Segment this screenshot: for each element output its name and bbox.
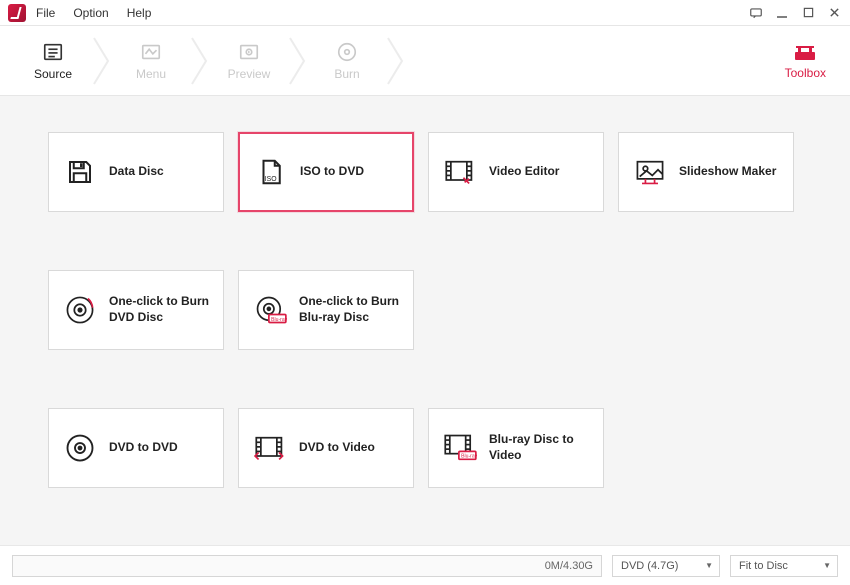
burn-icon bbox=[336, 41, 358, 63]
feedback-icon[interactable] bbox=[748, 5, 764, 21]
iso-file-icon: ISO bbox=[254, 155, 288, 189]
slideshow-icon bbox=[633, 155, 667, 189]
tool-grid: Data Disc ISO ISO to DVD Video Editor Sl… bbox=[48, 132, 802, 488]
fit-mode-value: Fit to Disc bbox=[739, 560, 788, 572]
tool-video-editor[interactable]: Video Editor bbox=[428, 132, 604, 212]
menu-icon bbox=[140, 41, 162, 63]
video-editor-icon bbox=[443, 155, 477, 189]
tool-label: Slideshow Maker bbox=[679, 164, 776, 180]
tool-bluray-to-video[interactable]: Blu-ray Blu-ray Disc to Video bbox=[428, 408, 604, 488]
chevron-right-icon bbox=[88, 33, 116, 89]
toolbox-label: Toolbox bbox=[785, 66, 826, 80]
toolbox-panel: Data Disc ISO ISO to DVD Video Editor Sl… bbox=[0, 96, 850, 545]
step-preview[interactable]: Preview bbox=[214, 26, 284, 96]
tool-oneclick-bluray[interactable]: Blu-ray One-click to Burn Blu-ray Disc bbox=[238, 270, 414, 350]
tool-label: Data Disc bbox=[109, 164, 164, 180]
step-burn[interactable]: Burn bbox=[312, 26, 382, 96]
tool-dvd-to-dvd[interactable]: DVD to DVD bbox=[48, 408, 224, 488]
step-nav: Source Menu Preview Burn Toolbox bbox=[0, 26, 850, 96]
preview-icon bbox=[238, 41, 260, 63]
capacity-text: 0M/4.30G bbox=[545, 560, 593, 572]
step-menu[interactable]: Menu bbox=[116, 26, 186, 96]
bluray-burn-icon: Blu-ray bbox=[253, 293, 287, 327]
tool-data-disc[interactable]: Data Disc bbox=[48, 132, 224, 212]
tool-oneclick-dvd[interactable]: One-click to Burn DVD Disc bbox=[48, 270, 224, 350]
disc-burn-icon bbox=[63, 293, 97, 327]
tool-slideshow-maker[interactable]: Slideshow Maker bbox=[618, 132, 794, 212]
step-menu-label: Menu bbox=[136, 67, 166, 81]
titlebar: File Option Help bbox=[0, 0, 850, 26]
step-preview-label: Preview bbox=[228, 67, 271, 81]
tool-label: ISO to DVD bbox=[300, 164, 364, 180]
step-source[interactable]: Source bbox=[18, 26, 88, 96]
svg-text:Blu-ray: Blu-ray bbox=[271, 317, 287, 323]
close-button[interactable] bbox=[826, 5, 842, 21]
tool-label: DVD to Video bbox=[299, 440, 375, 456]
disc-icon bbox=[63, 431, 97, 465]
svg-text:ISO: ISO bbox=[265, 176, 277, 183]
step-source-label: Source bbox=[34, 67, 72, 81]
svg-text:Blu-ray: Blu-ray bbox=[461, 454, 477, 460]
tool-label: Video Editor bbox=[489, 164, 559, 180]
step-burn-label: Burn bbox=[334, 67, 359, 81]
capacity-bar: 0M/4.30G bbox=[12, 555, 602, 577]
toolbox-icon bbox=[793, 42, 817, 62]
toolbox-button[interactable]: Toolbox bbox=[775, 36, 836, 86]
tool-label: Blu-ray Disc to Video bbox=[489, 432, 589, 463]
menu-help[interactable]: Help bbox=[127, 6, 152, 20]
window-controls bbox=[748, 5, 842, 21]
chevron-right-icon bbox=[382, 33, 410, 89]
menubar: File Option Help bbox=[36, 6, 151, 20]
tool-label: DVD to DVD bbox=[109, 440, 178, 456]
fit-mode-dropdown[interactable]: Fit to Disc ▼ bbox=[730, 555, 838, 577]
status-bar: 0M/4.30G DVD (4.7G) ▼ Fit to Disc ▼ bbox=[0, 545, 850, 585]
chevron-right-icon bbox=[284, 33, 312, 89]
chevron-right-icon bbox=[186, 33, 214, 89]
tool-label: One-click to Burn DVD Disc bbox=[109, 294, 209, 325]
tool-dvd-to-video[interactable]: DVD to Video bbox=[238, 408, 414, 488]
film-convert-icon bbox=[253, 431, 287, 465]
menu-file[interactable]: File bbox=[36, 6, 55, 20]
app-logo-icon bbox=[8, 4, 26, 22]
source-icon bbox=[42, 41, 64, 63]
menu-option[interactable]: Option bbox=[73, 6, 108, 20]
minimize-button[interactable] bbox=[774, 5, 790, 21]
disc-type-value: DVD (4.7G) bbox=[621, 560, 678, 572]
tool-label: One-click to Burn Blu-ray Disc bbox=[299, 294, 399, 325]
maximize-button[interactable] bbox=[800, 5, 816, 21]
chevron-down-icon: ▼ bbox=[823, 561, 831, 570]
disc-type-dropdown[interactable]: DVD (4.7G) ▼ bbox=[612, 555, 720, 577]
bluray-film-icon: Blu-ray bbox=[443, 431, 477, 465]
floppy-disk-icon bbox=[63, 155, 97, 189]
tool-iso-to-dvd[interactable]: ISO ISO to DVD bbox=[238, 132, 414, 212]
chevron-down-icon: ▼ bbox=[705, 561, 713, 570]
